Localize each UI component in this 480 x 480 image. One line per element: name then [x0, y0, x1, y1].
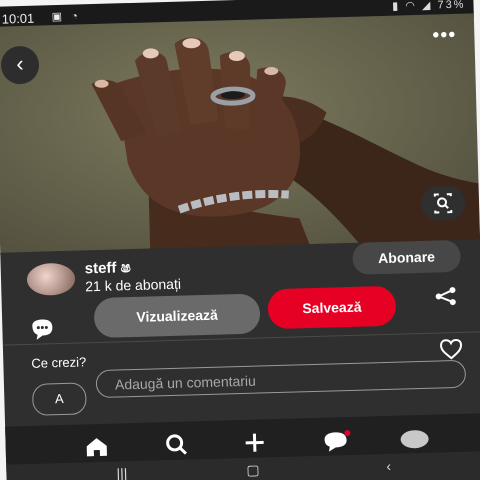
- subscriber-count: 21 k de abonați: [85, 275, 182, 295]
- signal-icon: ◢: [421, 0, 433, 12]
- nav-create[interactable]: [241, 431, 268, 454]
- visual-search-icon: [433, 193, 453, 214]
- phone-screen: 10:01 ▣ ◔ ▮ ◠ ◢ 73% ‹ ••• steff ෂ 21 k d…: [0, 0, 480, 480]
- status-right: ▮ ◠ ◢ 73%: [392, 0, 466, 13]
- search-icon: [166, 434, 187, 455]
- pin-image[interactable]: ‹ •••: [0, 13, 480, 255]
- nav-search[interactable]: [163, 433, 190, 456]
- share-icon: [435, 287, 456, 306]
- recent-apps-icon[interactable]: |||: [116, 465, 127, 480]
- like-button[interactable]: [439, 338, 464, 361]
- more-horizontal-icon: •••: [432, 23, 457, 47]
- battery-level: 73%: [437, 0, 466, 12]
- chevron-left-icon: ‹: [15, 50, 24, 77]
- chat-button[interactable]: [28, 317, 57, 346]
- battery-icon: ▮: [392, 0, 401, 13]
- screen: 10:01 ▣ ◔ ▮ ◠ ◢ 73% ‹ ••• steff ෂ 21 k d…: [0, 0, 480, 480]
- hands-illustration: [91, 37, 480, 251]
- creator-name[interactable]: steff ෂ: [85, 259, 131, 277]
- user-avatar[interactable]: A: [31, 382, 87, 416]
- visual-search-button[interactable]: [420, 185, 466, 221]
- back-icon[interactable]: ‹: [386, 458, 391, 474]
- comment-input[interactable]: Adaugă un comentariu: [95, 359, 467, 399]
- more-options-button[interactable]: •••: [432, 24, 457, 48]
- profile-icon: [400, 430, 429, 449]
- creator-username: steff: [84, 259, 117, 278]
- save-button[interactable]: Salvează: [267, 285, 397, 330]
- notification-icons: ▣ ◔: [51, 10, 81, 24]
- messages-icon: [324, 430, 351, 452]
- home-icon: [86, 438, 107, 457]
- heart-icon: [440, 339, 463, 360]
- creator-name-suffix: ෂ: [120, 259, 131, 277]
- visit-button[interactable]: Vizualizează: [93, 293, 261, 339]
- follow-button[interactable]: Abonare: [352, 239, 461, 275]
- nav-messages[interactable]: [321, 429, 351, 452]
- status-time: 10:01: [1, 10, 35, 27]
- nav-home[interactable]: [83, 436, 110, 459]
- plus-icon: [245, 433, 264, 452]
- wifi-icon: ◠: [405, 0, 418, 13]
- comments-prompt: Ce crezi?: [31, 354, 87, 371]
- creator-avatar[interactable]: [26, 262, 76, 296]
- chat-bubble-icon: [32, 319, 53, 340]
- share-button[interactable]: [433, 286, 458, 307]
- home-button-icon[interactable]: ▢: [246, 462, 260, 479]
- nav-profile[interactable]: [399, 427, 429, 450]
